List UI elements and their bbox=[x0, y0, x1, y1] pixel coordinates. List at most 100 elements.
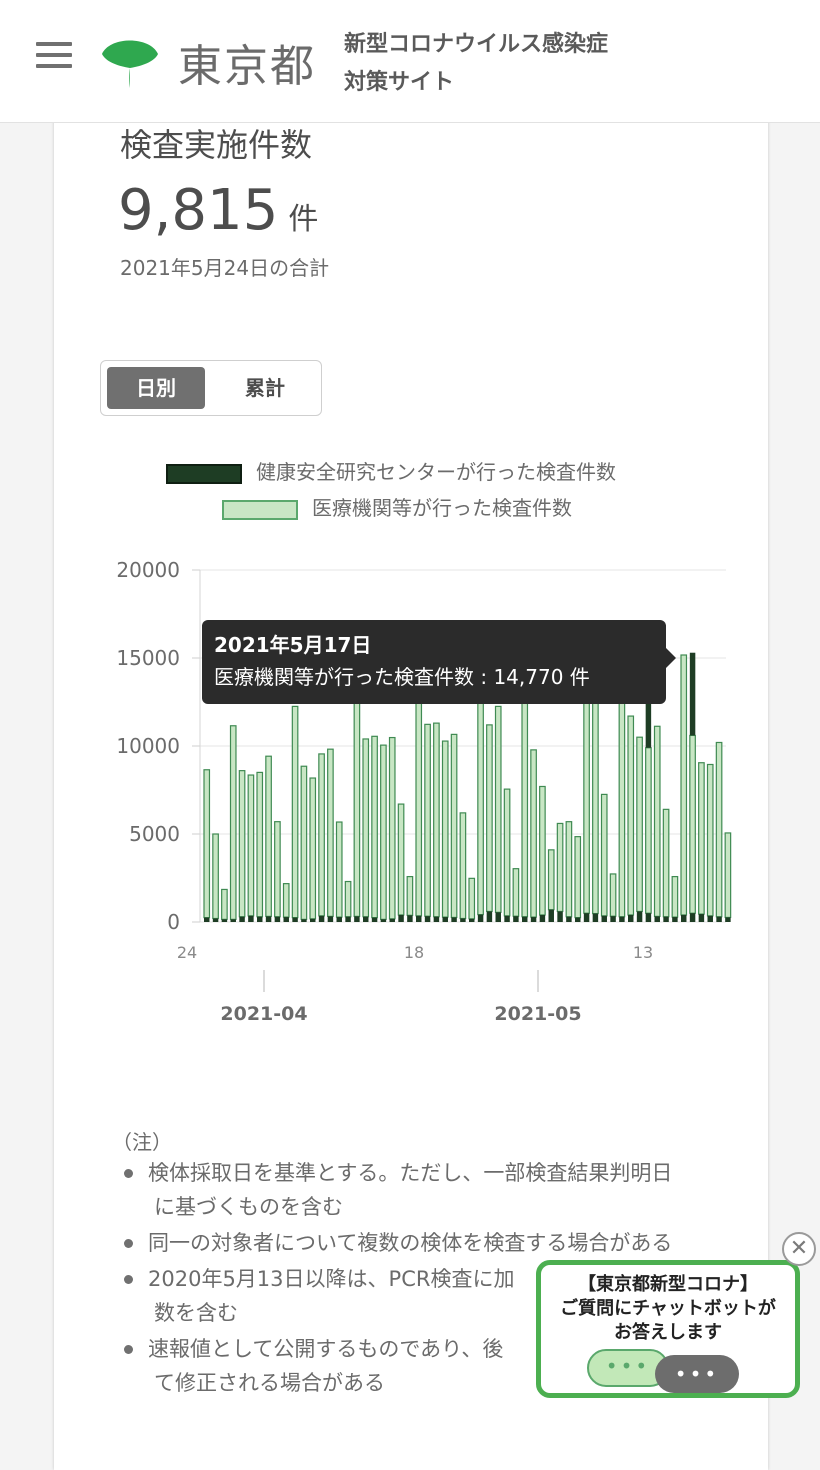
bar-medical bbox=[512, 868, 520, 917]
bar-medical bbox=[212, 833, 219, 920]
chatbot-line2: ご質問にチャットボットが bbox=[560, 1298, 776, 1319]
bar-center bbox=[495, 912, 501, 922]
bar-center bbox=[469, 918, 475, 922]
bar-medical bbox=[415, 686, 423, 917]
site-title-line2: 対策サイト bbox=[344, 70, 455, 95]
bar-center bbox=[628, 914, 634, 922]
bar-medical bbox=[291, 705, 299, 919]
bar-center bbox=[619, 916, 625, 922]
bar-medical bbox=[221, 888, 228, 920]
bar-center bbox=[424, 916, 431, 922]
bar-medical bbox=[327, 748, 334, 917]
bar-center bbox=[265, 916, 272, 922]
bar-medical bbox=[565, 821, 573, 918]
bar-medical bbox=[494, 705, 502, 913]
note-item: 検体採取日を基準とする。ただし、一部検査結果判明日 に基づくものを含む bbox=[120, 1156, 720, 1224]
bar-medical bbox=[274, 821, 281, 918]
chatbot-banner[interactable]: 【東京都新型コロナ】 ご質問にチャットボットが お答えします ••• ••• bbox=[536, 1260, 800, 1398]
bar-center bbox=[451, 917, 457, 922]
bar-center bbox=[698, 914, 705, 922]
bar-center bbox=[513, 916, 519, 922]
bar-center bbox=[248, 915, 254, 922]
bar-center bbox=[283, 917, 289, 922]
bar-center bbox=[504, 915, 510, 922]
bar-center bbox=[486, 911, 493, 922]
tokyo-ginkgo-logo-icon[interactable] bbox=[100, 30, 160, 88]
logo-text[interactable]: 東京都 bbox=[178, 30, 316, 94]
bar-medical bbox=[689, 734, 696, 914]
bar-center bbox=[407, 915, 413, 922]
bar-center bbox=[301, 919, 307, 922]
note-line: 2020年5月13日以降は、PCR検査に加 bbox=[148, 1267, 515, 1291]
bar-center bbox=[663, 916, 669, 922]
site-title[interactable]: 新型コロナウイルス感染症 対策サイト bbox=[344, 26, 608, 102]
x-tick-label: 18 bbox=[404, 943, 424, 962]
bar-center bbox=[654, 916, 660, 922]
bar-medical bbox=[547, 849, 555, 911]
bar-center bbox=[389, 918, 395, 922]
note-line: 検体採取日を基準とする。ただし、一部検査結果判明日 bbox=[148, 1161, 673, 1185]
bar-medical bbox=[556, 822, 564, 913]
bar-center bbox=[257, 916, 263, 922]
bar-center bbox=[725, 917, 731, 922]
bar-medical bbox=[503, 788, 511, 917]
bar-center bbox=[645, 913, 652, 922]
bar-medical bbox=[380, 744, 387, 920]
bar-center bbox=[345, 916, 351, 922]
bar-center bbox=[460, 918, 466, 922]
chatbot-close-icon[interactable]: ✕ bbox=[782, 1232, 816, 1266]
note-item: 同一の対象者について複数の検体を検査する場合がある bbox=[120, 1226, 720, 1260]
bar-center bbox=[274, 916, 281, 922]
bar-medical bbox=[441, 740, 449, 918]
bar-medical bbox=[424, 723, 431, 917]
bar-center bbox=[327, 916, 334, 922]
x-tick-label: 24 bbox=[177, 943, 197, 962]
bar-medical bbox=[309, 777, 317, 920]
bar-medical bbox=[362, 738, 370, 918]
bar-medical bbox=[247, 774, 255, 917]
chatbot-line1: 【東京都新型コロナ】 bbox=[578, 1274, 758, 1295]
bar-center bbox=[416, 915, 422, 922]
test-count-bar-chart[interactable]: 0 5000 10000 15000 20000 24 18 13 2021-04 2021-05 bbox=[54, 70, 768, 1050]
bar-medical bbox=[450, 733, 458, 919]
bar-center bbox=[354, 916, 360, 922]
bar-medical bbox=[530, 749, 537, 918]
bar-medical bbox=[344, 880, 352, 918]
bar-medical bbox=[300, 765, 308, 920]
bar-medical bbox=[636, 736, 643, 913]
bar-medical bbox=[406, 875, 414, 916]
bar-medical bbox=[662, 808, 670, 918]
bar-center bbox=[477, 914, 484, 922]
bar-medical bbox=[715, 741, 723, 918]
bar-center bbox=[583, 913, 590, 922]
bar-center bbox=[672, 917, 678, 922]
chatbot-text: 【東京都新型コロナ】 ご質問にチャットボットが お答えします bbox=[541, 1273, 795, 1345]
bar-center bbox=[689, 913, 696, 922]
bar-center bbox=[433, 916, 440, 922]
bar-medical bbox=[371, 735, 378, 919]
bar-center bbox=[318, 915, 325, 922]
bar-medical bbox=[229, 725, 237, 920]
bar-medical bbox=[539, 785, 546, 916]
bar-center bbox=[575, 917, 581, 922]
bar-medical bbox=[724, 832, 732, 919]
menu-icon[interactable] bbox=[36, 42, 72, 68]
bar-medical bbox=[318, 753, 325, 917]
bar-medical bbox=[397, 803, 405, 916]
bar-center bbox=[566, 916, 572, 922]
month-label: 2021-04 bbox=[220, 1003, 307, 1025]
x-tick-label: 13 bbox=[633, 943, 653, 962]
bar-center bbox=[363, 916, 369, 922]
month-label: 2021-05 bbox=[494, 1003, 581, 1025]
bar-center bbox=[442, 917, 448, 922]
bar-center bbox=[539, 914, 546, 922]
bar-medical bbox=[706, 763, 714, 917]
bar-medical bbox=[671, 875, 679, 918]
bar-center bbox=[230, 919, 236, 922]
y-tick-label: 5000 bbox=[129, 822, 180, 846]
y-tick-label: 0 bbox=[167, 910, 180, 934]
bar-medical bbox=[645, 747, 652, 914]
bar-center bbox=[204, 917, 210, 922]
bar-medical bbox=[265, 755, 272, 917]
note-line: 速報値として公開するものであり、後 bbox=[148, 1337, 504, 1361]
